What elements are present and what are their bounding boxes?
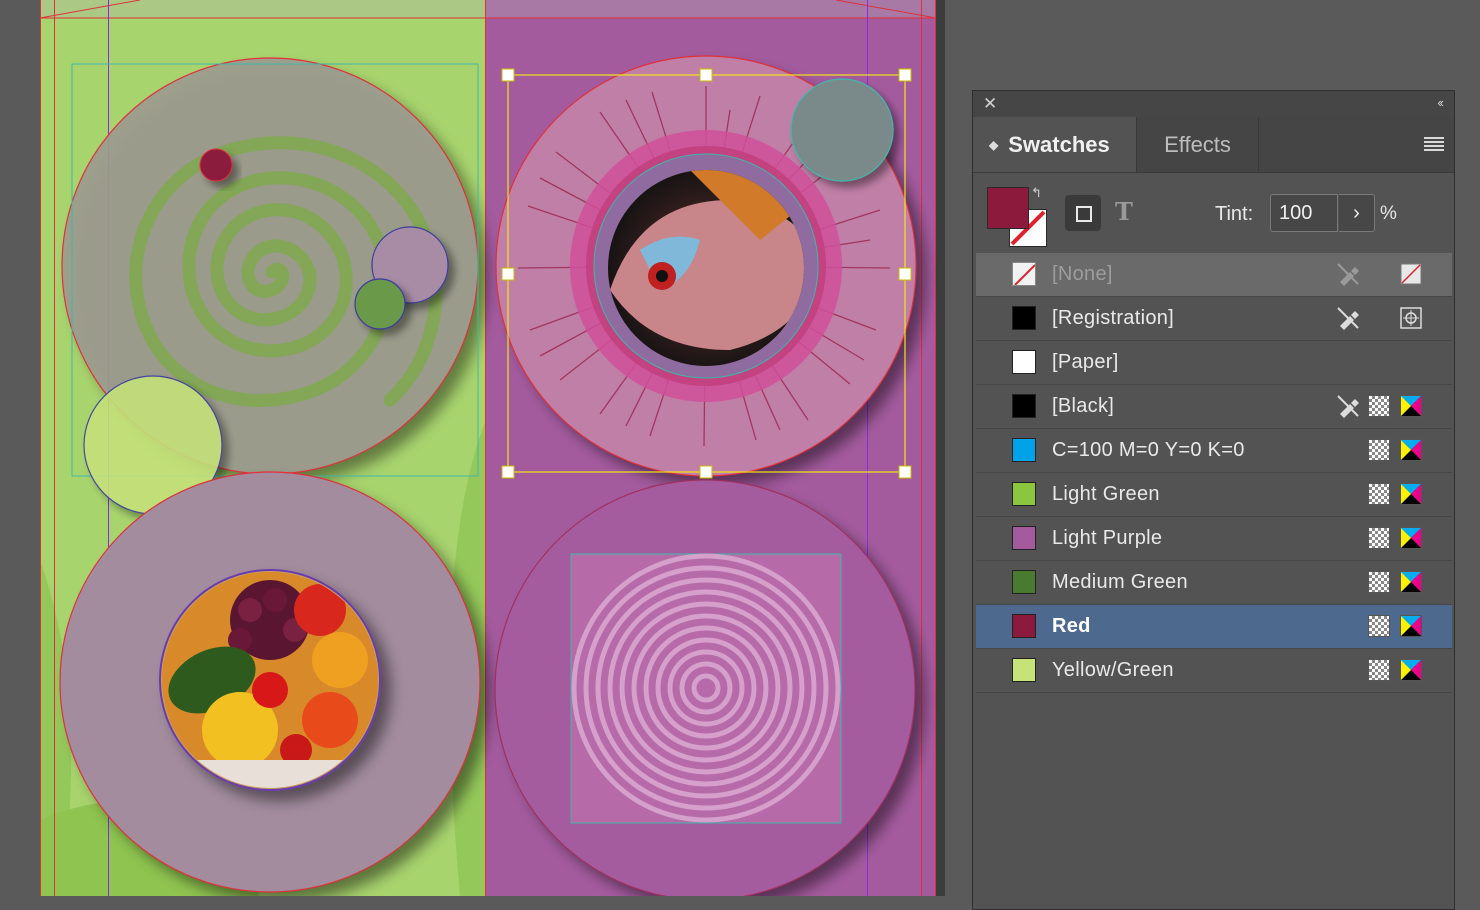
swatch-name: C=100 M=0 Y=0 K=0 — [1052, 439, 1245, 461]
cmyk-mode-icon — [1400, 571, 1422, 593]
swatch-row-cyan[interactable]: C=100 M=0 Y=0 K=0 — [976, 429, 1452, 473]
no-edit-pencil-icon — [1337, 395, 1359, 418]
close-icon[interactable]: ✕ — [983, 94, 997, 114]
swatch-chip-cyan — [1012, 438, 1036, 462]
tint-input[interactable] — [1270, 194, 1338, 232]
swatch-name: [Black] — [1052, 395, 1115, 417]
panel-tab-bar: ◆ Swatches Effects — [973, 117, 1454, 173]
tab-effects[interactable]: Effects — [1137, 117, 1259, 172]
tab-swatches[interactable]: ◆ Swatches — [973, 117, 1137, 172]
tint-percent-unit: % — [1380, 203, 1397, 224]
swatch-chip-black — [1012, 394, 1036, 418]
container-icon — [1076, 206, 1092, 222]
swatch-row-registration[interactable]: [Registration] — [976, 297, 1452, 341]
swatch-chip-none — [1012, 262, 1036, 286]
swatch-row-light-green[interactable]: Light Green — [976, 473, 1452, 517]
swatch-chip-light-purple — [1012, 526, 1036, 550]
swatch-list: [None] [Registration] [Paper] [Black] C=… — [976, 253, 1452, 693]
process-color-icon — [1368, 439, 1390, 461]
swatch-chip-medium-green — [1012, 570, 1036, 594]
swatch-row-light-purple[interactable]: Light Purple — [976, 517, 1452, 561]
panel-menu-icon[interactable] — [1424, 137, 1444, 151]
swatch-row-paper[interactable]: [Paper] — [976, 341, 1452, 385]
panel-title-bar: ✕ ‹‹ — [973, 91, 1454, 118]
swatch-row-medium-green[interactable]: Medium Green — [976, 561, 1452, 605]
cmyk-mode-icon — [1400, 527, 1422, 549]
swatch-row-yellow-green[interactable]: Yellow/Green — [976, 649, 1452, 693]
process-color-icon — [1368, 483, 1390, 505]
process-color-icon — [1368, 527, 1390, 549]
cmyk-mode-icon — [1400, 659, 1422, 681]
swatch-name: Medium Green — [1052, 571, 1188, 593]
tab-effects-label: Effects — [1164, 131, 1231, 157]
no-edit-pencil-icon — [1337, 307, 1359, 330]
tab-swatches-label: Swatches — [1008, 131, 1110, 157]
small-green-circle[interactable] — [354, 278, 406, 330]
registration-mark-icon — [1400, 307, 1422, 329]
tint-label: Tint: — [1215, 203, 1254, 225]
cmyk-mode-icon — [1400, 395, 1422, 417]
swatch-name: Red — [1052, 615, 1091, 637]
formatting-affects-text-button[interactable]: T — [1115, 197, 1133, 226]
no-edit-pencil-icon — [1337, 263, 1359, 286]
swatch-name: [Paper] — [1052, 351, 1119, 373]
small-teal-circle[interactable] — [790, 78, 894, 182]
swatch-chip-paper — [1012, 350, 1036, 374]
none-color-icon — [1400, 263, 1422, 285]
swatch-name: [None] — [1052, 263, 1113, 285]
formatting-affects-container-button[interactable] — [1065, 195, 1101, 231]
swatch-chip-yellow-green — [1012, 658, 1036, 682]
small-red-circle[interactable] — [199, 148, 233, 182]
swatch-chip-registration — [1012, 306, 1036, 330]
cmyk-mode-icon — [1400, 483, 1422, 505]
swap-fill-stroke-icon[interactable]: ↰ — [1031, 185, 1042, 201]
tint-slider-arrow[interactable]: › — [1339, 194, 1375, 232]
fill-color-swatch[interactable] — [987, 187, 1029, 229]
swatch-name: Light Purple — [1052, 527, 1163, 549]
collapse-panel-icon[interactable]: ‹‹ — [1437, 95, 1444, 110]
process-color-icon — [1368, 571, 1390, 593]
swatch-name: [Registration] — [1052, 307, 1175, 329]
swatch-row-black[interactable]: [Black] — [976, 385, 1452, 429]
swatch-row-red[interactable]: Red — [976, 605, 1452, 649]
swatches-panel: ✕ ‹‹ ◆ Swatches Effects ↰ T Tint: › % [N… — [972, 90, 1455, 910]
swatch-name: Yellow/Green — [1052, 659, 1174, 681]
process-color-icon — [1368, 615, 1390, 637]
reorder-arrows-icon: ◆ — [989, 137, 999, 152]
swatch-row-none[interactable]: [None] — [976, 253, 1452, 297]
process-color-icon — [1368, 395, 1390, 417]
process-color-icon — [1368, 659, 1390, 681]
cmyk-mode-icon — [1400, 615, 1422, 637]
swatch-chip-red — [1012, 614, 1036, 638]
swatch-name: Light Green — [1052, 483, 1160, 505]
cmyk-mode-icon — [1400, 439, 1422, 461]
swatch-chip-light-green — [1012, 482, 1036, 506]
